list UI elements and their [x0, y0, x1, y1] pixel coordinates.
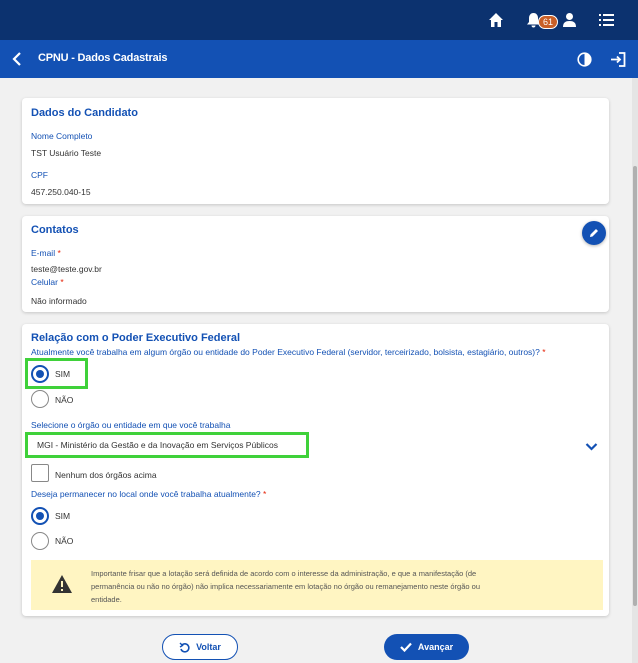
- check-icon: [400, 642, 412, 652]
- cpf-value: 457.250.040-15: [31, 187, 91, 197]
- highlight-box-sim: [25, 358, 88, 389]
- notification-badge: 61: [538, 15, 559, 29]
- warning-text: Importante frisar que a lotação será def…: [91, 569, 480, 604]
- candidate-card: Dados do Candidato Nome Completo TST Usu…: [22, 98, 609, 204]
- app-bar: CPNU - Dados Cadastrais: [0, 40, 638, 78]
- q2-nao-label: NÃO: [55, 536, 74, 546]
- question-stay-label: Deseja permanecer no local onde você tra…: [31, 489, 267, 499]
- contacts-card: Contatos E-mail * teste@teste.gov.br Cel…: [22, 216, 609, 312]
- edit-contacts-button[interactable]: [582, 221, 606, 245]
- scrollbar-thumb[interactable]: [633, 166, 637, 606]
- back-button[interactable]: Voltar: [162, 634, 238, 660]
- next-button[interactable]: Avançar: [384, 634, 469, 660]
- q2-radio-nao[interactable]: [31, 532, 49, 550]
- phone-value: Não informado: [31, 296, 87, 306]
- back-button-label: Voltar: [196, 642, 221, 652]
- page-title: CPNU - Dados Cadastrais: [38, 52, 168, 64]
- email-label: E-mail *: [31, 248, 61, 258]
- highlight-box-organ: [25, 432, 309, 458]
- warning-box: Importante frisar que a lotação será def…: [31, 560, 603, 610]
- user-icon[interactable]: [560, 11, 578, 29]
- question-works-label: Atualmente você trabalha em algum órgão …: [31, 347, 546, 357]
- q1-nao-label: NÃO: [55, 395, 74, 405]
- logout-icon[interactable]: [609, 50, 627, 68]
- none-organs-label: Nenhum dos órgãos acima: [55, 470, 157, 480]
- email-value: teste@teste.gov.br: [31, 264, 102, 274]
- q2-sim-label: SIM: [55, 511, 71, 521]
- contacts-title: Contatos: [31, 224, 79, 236]
- contrast-icon[interactable]: [575, 50, 593, 68]
- scrollbar[interactable]: [632, 78, 638, 663]
- q1-radio-nao[interactable]: [31, 390, 49, 408]
- candidate-title: Dados do Candidato: [31, 107, 138, 119]
- back-arrow-icon[interactable]: [8, 50, 26, 68]
- chevron-down-icon[interactable]: [585, 439, 598, 457]
- pencil-icon: [590, 229, 598, 237]
- home-icon[interactable]: [487, 11, 505, 29]
- cpf-label: CPF: [31, 170, 48, 180]
- name-label: Nome Completo: [31, 131, 93, 141]
- phone-label: Celular *: [31, 277, 64, 287]
- undo-icon: [179, 642, 190, 653]
- warning-icon: [51, 574, 73, 599]
- relation-title: Relação com o Poder Executivo Federal: [31, 332, 241, 344]
- menu-icon[interactable]: [597, 11, 615, 29]
- select-organ-label: Selecione o órgão ou entidade em que voc…: [31, 420, 231, 430]
- none-organs-checkbox[interactable]: [31, 464, 49, 482]
- top-bar: 61: [0, 0, 638, 40]
- next-button-label: Avançar: [417, 642, 454, 652]
- name-value: TST Usuário Teste: [31, 148, 102, 158]
- q2-radio-sim[interactable]: [31, 507, 49, 525]
